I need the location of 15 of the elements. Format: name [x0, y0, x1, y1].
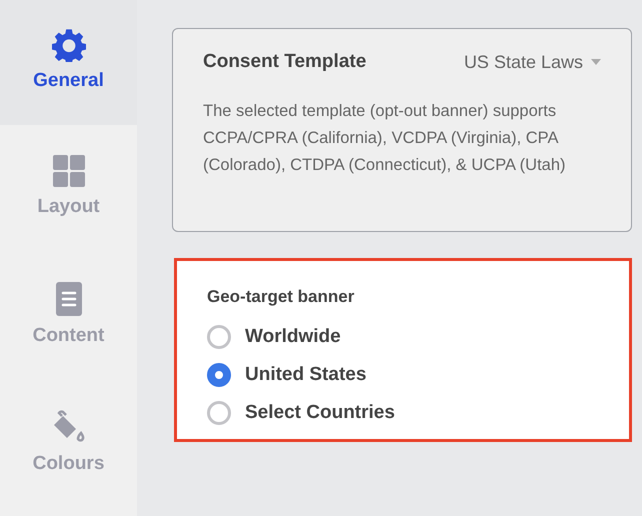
- template-description: The selected template (opt-out banner) supports CCPA/CPRA (California), VCDPA (Virginia), CPA (Colorado), CTDPA (Connecticut), & UCPA (Utah): [203, 101, 567, 176]
- radio-button[interactable]: [207, 325, 231, 349]
- sidebar-item[interactable]: General: [0, 0, 137, 125]
- document-icon: [54, 281, 82, 317]
- radio-option[interactable]: United States: [207, 363, 599, 387]
- radio-option[interactable]: Worldwide: [207, 325, 599, 349]
- radio-button[interactable]: [207, 401, 231, 425]
- caret-icon: [591, 59, 601, 65]
- gear-icon: [52, 28, 86, 62]
- template-dropdown[interactable]: US State Laws: [464, 52, 601, 72]
- radio-button[interactable]: [207, 363, 231, 387]
- card-title: Consent Template: [203, 51, 366, 73]
- radio-option[interactable]: Select Countries: [207, 401, 599, 425]
- grid-icon: [52, 154, 86, 188]
- section-title: Geo-target banner: [207, 287, 356, 307]
